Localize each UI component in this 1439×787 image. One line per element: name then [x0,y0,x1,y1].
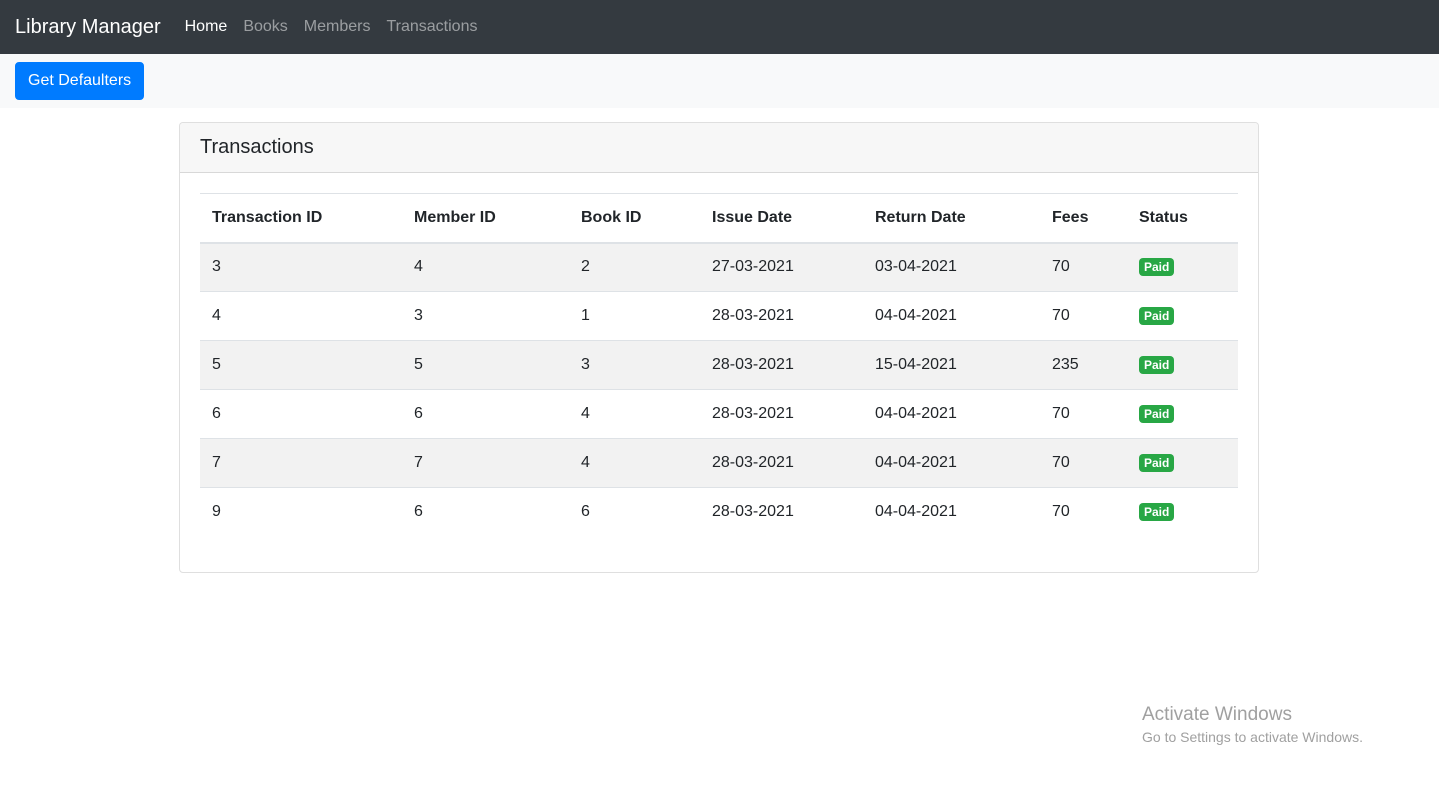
table-row: 7 7 4 28-03-2021 04-04-2021 70 Paid [200,438,1238,488]
cell-member-id: 4 [402,242,569,292]
status-badge: Paid [1139,307,1175,325]
cell-transaction-id: 5 [200,340,402,390]
nav-link-members[interactable]: Members [296,18,379,36]
cell-book-id: 6 [569,487,700,537]
status-badge: Paid [1139,503,1175,522]
cell-status: Paid [1127,340,1238,390]
cell-transaction-id: 7 [200,438,402,488]
cell-book-id: 4 [569,389,700,439]
cell-member-id: 3 [402,291,569,341]
cell-return-date: 04-04-2021 [863,487,1040,537]
column-header-member-id: Member ID [402,193,569,244]
column-header-fees: Fees [1040,193,1127,244]
navbar: Library Manager Home Books Members Trans… [0,0,1439,54]
cell-status: Paid [1127,438,1238,488]
table-header-row: Transaction ID Member ID Book ID Issue D… [200,193,1238,244]
nav-link-books[interactable]: Books [235,18,295,36]
cell-book-id: 3 [569,340,700,390]
cell-transaction-id: 6 [200,389,402,439]
table-row: 3 4 2 27-03-2021 03-04-2021 70 Paid [200,242,1238,292]
toolbar: Get Defaulters [0,54,1439,108]
status-badge: Paid [1139,356,1175,374]
column-header-status: Status [1127,193,1238,244]
cell-fees: 70 [1040,487,1127,537]
status-badge: Paid [1139,258,1175,277]
table-row: 9 6 6 28-03-2021 04-04-2021 70 Paid [200,487,1238,537]
transactions-table: Transaction ID Member ID Book ID Issue D… [200,193,1238,537]
cell-book-id: 4 [569,438,700,488]
cell-issue-date: 28-03-2021 [700,487,863,537]
cell-status: Paid [1127,389,1238,439]
cell-issue-date: 28-03-2021 [700,438,863,488]
column-header-book-id: Book ID [569,193,700,244]
activate-windows-watermark: Activate Windows Go to Settings to activ… [1142,703,1363,747]
nav-link-home[interactable]: Home [185,18,236,36]
cell-issue-date: 27-03-2021 [700,242,863,292]
get-defaulters-button[interactable]: Get Defaulters [15,62,145,100]
cell-return-date: 04-04-2021 [863,291,1040,341]
cell-issue-date: 28-03-2021 [700,291,863,341]
status-badge: Paid [1139,405,1175,423]
column-header-return-date: Return Date [863,193,1040,244]
cell-issue-date: 28-03-2021 [700,389,863,439]
cell-book-id: 2 [569,242,700,292]
cell-status: Paid [1127,242,1238,292]
cell-issue-date: 28-03-2021 [700,340,863,390]
cell-transaction-id: 9 [200,487,402,537]
cell-status: Paid [1127,487,1238,537]
column-header-transaction-id: Transaction ID [200,193,402,244]
cell-return-date: 04-04-2021 [863,438,1040,488]
cell-member-id: 6 [402,389,569,439]
cell-fees: 70 [1040,291,1127,341]
column-header-issue-date: Issue Date [700,193,863,244]
table-row: 6 6 4 28-03-2021 04-04-2021 70 Paid [200,389,1238,439]
cell-member-id: 7 [402,438,569,488]
watermark-subtitle: Go to Settings to activate Windows. [1142,729,1363,745]
cell-book-id: 1 [569,291,700,341]
cell-fees: 70 [1040,242,1127,292]
watermark-title: Activate Windows [1142,704,1292,725]
cell-member-id: 6 [402,487,569,537]
transactions-card: Transactions Transaction ID Member ID Bo… [179,122,1259,573]
card-title: Transactions [180,123,1258,173]
brand-title[interactable]: Library Manager [15,16,161,39]
cell-status: Paid [1127,291,1238,341]
cell-transaction-id: 3 [200,242,402,292]
table-row: 4 3 1 28-03-2021 04-04-2021 70 Paid [200,291,1238,341]
cell-return-date: 04-04-2021 [863,389,1040,439]
cell-fees: 235 [1040,340,1127,390]
table-row: 5 5 3 28-03-2021 15-04-2021 235 Paid [200,340,1238,390]
card-body: Transaction ID Member ID Book ID Issue D… [180,173,1258,557]
nav-link-transactions[interactable]: Transactions [378,18,485,36]
cell-return-date: 15-04-2021 [863,340,1040,390]
nav-links: Home Books Members Transactions [185,18,486,36]
cell-return-date: 03-04-2021 [863,242,1040,292]
cell-fees: 70 [1040,389,1127,439]
cell-transaction-id: 4 [200,291,402,341]
cell-fees: 70 [1040,438,1127,488]
cell-member-id: 5 [402,340,569,390]
status-badge: Paid [1139,454,1175,472]
